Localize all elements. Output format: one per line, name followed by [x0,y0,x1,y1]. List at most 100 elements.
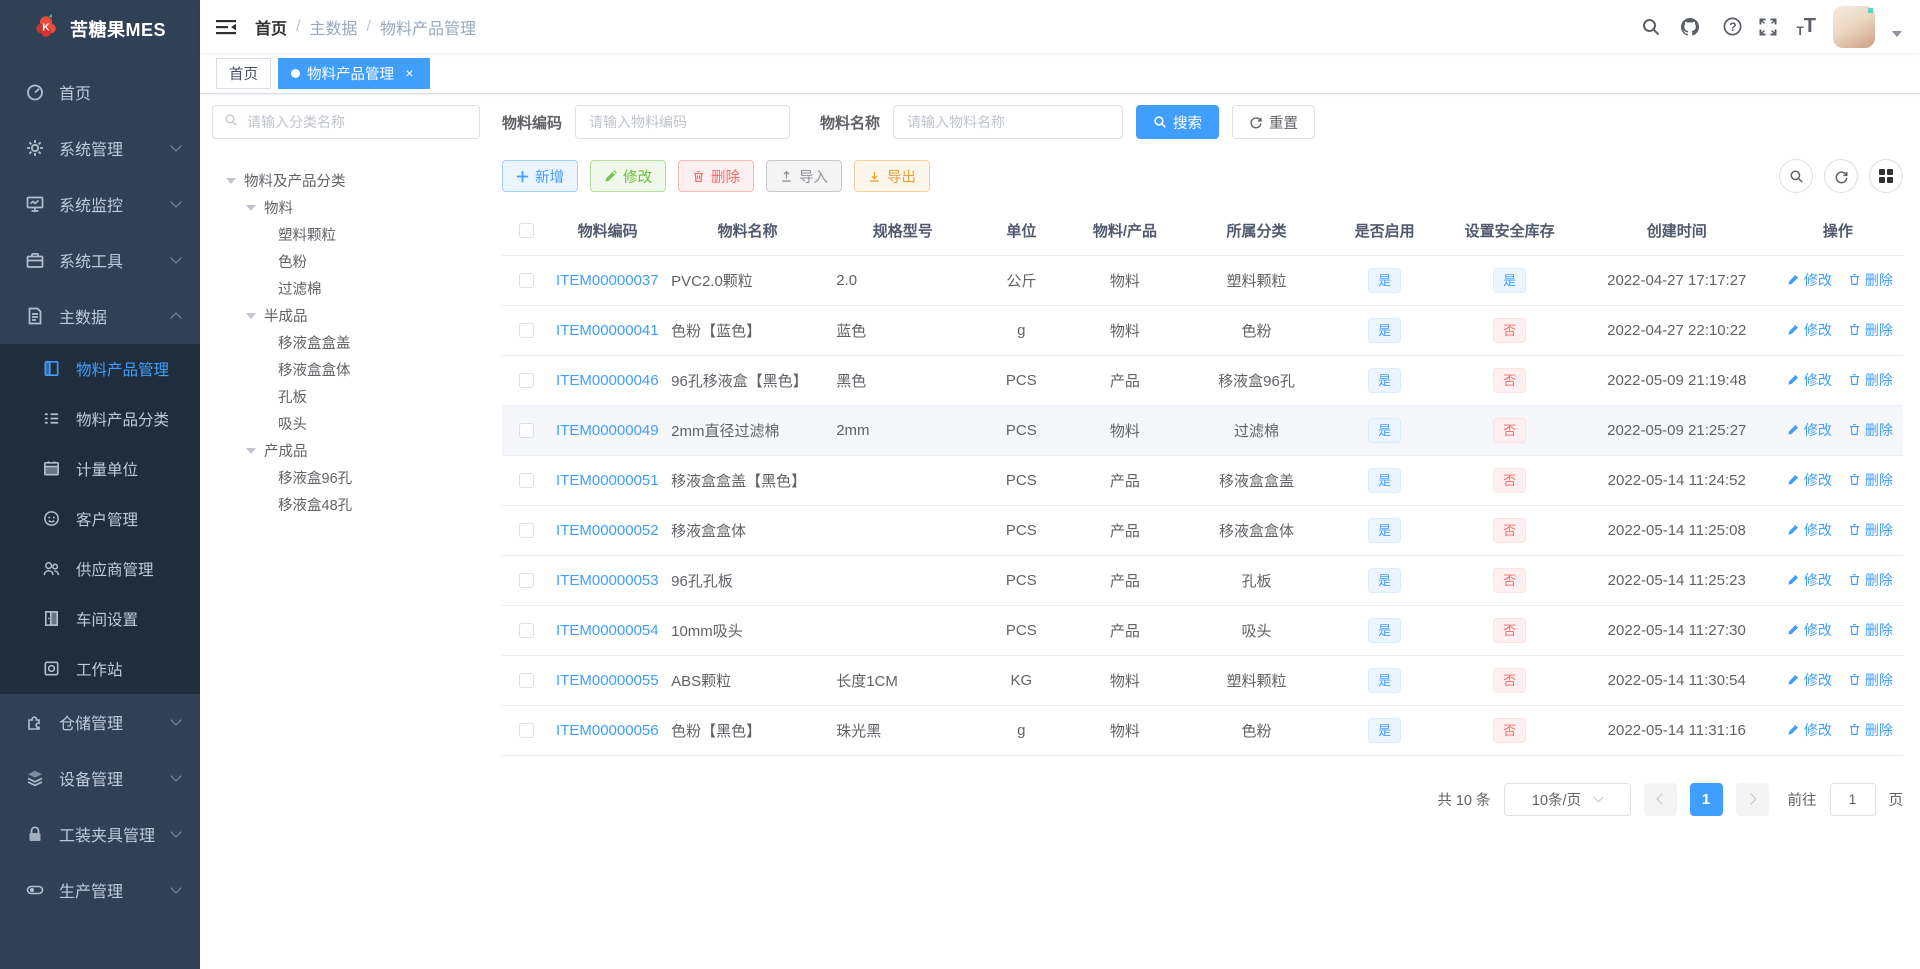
material-name-input[interactable] [893,105,1124,139]
edit-row-button[interactable]: 修改 [1787,370,1832,390]
sidebar-item-master-data[interactable]: 主数据 [0,288,200,344]
reset-button[interactable]: 重置 [1232,105,1316,139]
delete-row-button[interactable]: 删除 [1848,520,1893,540]
row-checkbox[interactable] [518,323,534,339]
tree-node-leaf[interactable]: 移液盒48孔 [212,491,480,518]
material-code-link[interactable]: ITEM00000037 [556,272,659,289]
sidebar-item-system-admin[interactable]: 系统管理 [0,120,200,176]
row-checkbox[interactable] [518,423,534,439]
github-icon[interactable] [1679,16,1701,38]
tree-node-group[interactable]: 半成品 [212,302,480,329]
sidebar-item-fixture-mgmt[interactable]: 工装夹具管理 [0,806,200,862]
goto-page-input[interactable] [1829,782,1876,816]
sidebar-item-customer-mgmt[interactable]: 客户管理 [0,494,200,544]
tree-node-leaf[interactable]: 移液盒盒盖 [212,329,480,356]
sidebar-item-workshop-settings[interactable]: 车间设置 [0,594,200,644]
sidebar-item-workstation[interactable]: 工作站 [0,644,200,694]
toggle-search-icon[interactable] [1779,159,1813,193]
user-menu-caret-icon[interactable] [1892,30,1902,37]
tree-node-leaf[interactable]: 移液盒盒体 [212,356,480,383]
page-size-select[interactable]: 10条/页 [1503,782,1631,816]
material-code-link[interactable]: ITEM00000054 [556,622,659,639]
row-checkbox[interactable] [518,473,534,489]
breadcrumb-home[interactable]: 首页 [255,15,287,39]
sidebar-item-material-product-category[interactable]: 物料产品分类 [0,394,200,444]
delete-row-button[interactable]: 删除 [1848,720,1893,740]
delete-row-button[interactable]: 删除 [1848,570,1893,590]
tree-node-leaf[interactable]: 移液盒96孔 [212,464,480,491]
sidebar-item-supplier-mgmt[interactable]: 供应商管理 [0,544,200,594]
row-checkbox[interactable] [518,273,534,289]
edit-row-button[interactable]: 修改 [1787,420,1832,440]
tab-material-product-mgmt[interactable]: 物料产品管理 × [278,57,430,89]
search-icon[interactable] [1640,16,1662,38]
tree-node-group[interactable]: 物料 [212,194,480,221]
delete-row-button[interactable]: 删除 [1848,620,1893,640]
edit-row-button[interactable]: 修改 [1787,470,1832,490]
next-page-button[interactable] [1735,782,1769,816]
row-checkbox[interactable] [518,373,534,389]
avatar[interactable] [1833,5,1875,48]
edit-row-button[interactable]: 修改 [1787,270,1832,290]
tree-node-leaf[interactable]: 过滤棉 [212,275,480,302]
row-checkbox[interactable] [518,673,534,689]
delete-row-button[interactable]: 删除 [1848,320,1893,340]
fullscreen-icon[interactable] [1757,16,1779,38]
material-code-link[interactable]: ITEM00000049 [556,422,659,439]
delete-row-button[interactable]: 删除 [1848,270,1893,290]
close-icon[interactable]: × [402,66,417,81]
material-code-link[interactable]: ITEM00000051 [556,472,659,489]
edit-row-button[interactable]: 修改 [1787,720,1832,740]
delete-row-button[interactable]: 删除 [1848,670,1893,690]
material-code-link[interactable]: ITEM00000046 [556,372,659,389]
delete-row-button[interactable]: 删除 [1848,370,1893,390]
category-search-input[interactable] [247,114,468,130]
sidebar-collapse-icon[interactable] [215,17,237,37]
import-button[interactable]: 导入 [766,160,842,192]
tree-node-group[interactable]: 产成品 [212,437,480,464]
prev-page-button[interactable] [1643,782,1677,816]
material-code-input[interactable] [575,105,791,139]
tab-home[interactable]: 首页 [216,57,271,89]
sidebar-item-device-mgmt[interactable]: 设备管理 [0,750,200,806]
export-button[interactable]: 导出 [854,160,930,192]
edit-row-button[interactable]: 修改 [1787,670,1832,690]
row-checkbox[interactable] [518,573,534,589]
sidebar-item-measure-unit[interactable]: 计量单位 [0,444,200,494]
font-size-icon[interactable]: TT [1796,15,1816,38]
tree-node-leaf[interactable]: 塑料颗粒 [212,221,480,248]
columns-grid-icon[interactable] [1869,159,1903,193]
page-number-button[interactable]: 1 [1689,782,1723,816]
row-checkbox[interactable] [518,623,534,639]
sidebar-item-system-tools[interactable]: 系统工具 [0,232,200,288]
sidebar-item-warehouse-mgmt[interactable]: 仓储管理 [0,694,200,750]
help-icon[interactable]: ? [1718,16,1742,38]
sidebar-item-home[interactable]: 首页 [0,64,200,120]
sidebar-item-material-product-mgmt[interactable]: 物料产品管理 [0,344,200,394]
add-button[interactable]: 新增 [502,160,578,192]
tree-node-leaf[interactable]: 色粉 [212,248,480,275]
row-checkbox[interactable] [518,523,534,539]
edit-row-button[interactable]: 修改 [1787,620,1832,640]
material-code-link[interactable]: ITEM00000056 [556,722,659,739]
sidebar-item-production-mgmt[interactable]: 生产管理 [0,862,200,918]
edit-row-button[interactable]: 修改 [1787,570,1832,590]
material-code-link[interactable]: ITEM00000052 [556,522,659,539]
refresh-icon[interactable] [1824,159,1858,193]
search-button[interactable]: 搜索 [1136,105,1220,139]
edit-row-button[interactable]: 修改 [1787,520,1832,540]
delete-row-button[interactable]: 删除 [1848,420,1893,440]
sidebar-item-system-monitor[interactable]: 系统监控 [0,176,200,232]
row-checkbox[interactable] [518,723,534,739]
edit-row-button[interactable]: 修改 [1787,320,1832,340]
logo[interactable]: K 苦糖果MES [0,0,200,58]
tree-node-leaf[interactable]: 吸头 [212,410,480,437]
delete-row-button[interactable]: 删除 [1848,470,1893,490]
tree-node-leaf[interactable]: 孔板 [212,383,480,410]
material-code-link[interactable]: ITEM00000041 [556,322,659,339]
select-all-checkbox[interactable] [518,223,534,239]
material-code-link[interactable]: ITEM00000053 [556,572,659,589]
tree-node-root[interactable]: 物料及产品分类 [212,167,480,194]
delete-button[interactable]: 删除 [678,160,754,192]
edit-button[interactable]: 修改 [590,160,666,192]
